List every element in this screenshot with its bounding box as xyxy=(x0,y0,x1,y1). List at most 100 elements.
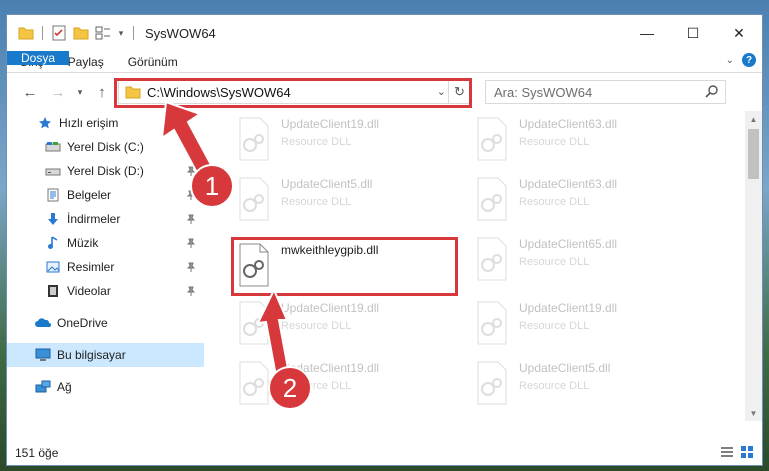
file-type: Resource DLL xyxy=(519,256,590,268)
file-type: Resource DLL xyxy=(519,196,590,208)
star-icon xyxy=(37,115,53,131)
folder-icon xyxy=(17,24,35,42)
file-item[interactable]: UpdateClient63.dll Resource DLL xyxy=(473,117,617,161)
dll-file-icon xyxy=(239,117,269,161)
music-icon xyxy=(45,235,61,251)
status-bar: 151 öğe xyxy=(7,441,762,465)
quick-access-toolbar: ▾ xyxy=(7,15,137,51)
view-toggle xyxy=(720,445,754,462)
item-count: 151 öğe xyxy=(15,446,59,460)
document-icon xyxy=(45,187,61,203)
sidebar-item-label: Müzik xyxy=(67,236,99,250)
sidebar-item-quick-access[interactable]: Hızlı erişim xyxy=(7,111,204,135)
search-input[interactable]: Ara: SysWOW64 xyxy=(485,80,726,104)
drive-icon xyxy=(45,139,61,155)
file-type: Resource DLL xyxy=(281,196,352,208)
file-item[interactable]: UpdateClient65.dll Resource DLL xyxy=(473,237,617,281)
maximize-button[interactable]: ☐ xyxy=(670,15,716,51)
sidebar-item-label: Belgeler xyxy=(67,188,112,202)
file-item[interactable]: UpdateClient63.dll Resource DLL xyxy=(473,177,617,221)
title-bar: ▾ SysWOW64 — ☐ ✕ xyxy=(7,15,762,51)
details-view-icon[interactable] xyxy=(720,445,734,462)
recent-locations-icon[interactable]: ▾ xyxy=(69,81,91,103)
window-title: SysWOW64 xyxy=(145,25,216,41)
file-name: UpdateClient63.dll xyxy=(519,177,618,191)
dll-file-icon xyxy=(477,301,507,345)
divider xyxy=(42,26,43,40)
tab-file[interactable]: Dosya xyxy=(7,51,70,65)
file-type: Resource DLL xyxy=(281,320,352,332)
search-icon[interactable] xyxy=(705,84,719,101)
back-arrow-icon[interactable]: ← xyxy=(19,81,41,103)
network-icon xyxy=(35,379,51,395)
file-name: UpdateClient19.dll xyxy=(519,301,618,315)
sidebar-item-pictures[interactable]: Resimler xyxy=(7,255,204,279)
help-icon[interactable]: ? xyxy=(742,53,756,67)
window-controls: — ☐ ✕ xyxy=(624,15,762,51)
sidebar-item-downloads[interactable]: İndirmeler xyxy=(7,207,204,231)
sidebar-item-disk-d[interactable]: Yerel Disk (D:) xyxy=(7,159,204,183)
file-item[interactable]: UpdateClient19.dll Resource DLL xyxy=(473,301,617,345)
scroll-down-icon[interactable]: ▼ xyxy=(745,405,762,421)
dll-file-icon xyxy=(239,177,269,221)
sidebar-item-label: OneDrive xyxy=(57,316,108,330)
vertical-scrollbar[interactable]: ▲ ▼ xyxy=(745,111,762,421)
scrollbar-thumb[interactable] xyxy=(748,129,759,179)
customize-dropdown-icon[interactable]: ▾ xyxy=(116,24,126,42)
large-icons-view-icon[interactable] xyxy=(740,445,754,462)
dll-file-icon xyxy=(477,117,507,161)
sidebar-item-label: Resimler xyxy=(67,260,115,274)
sidebar-item-label: Yerel Disk (C:) xyxy=(67,140,144,154)
sidebar-item-label: Hızlı erişim xyxy=(59,116,119,130)
file-item[interactable]: UpdateClient5.dll Resource DLL xyxy=(473,361,610,405)
file-name: UpdateClient19.dll xyxy=(281,301,380,315)
sidebar-item-videos[interactable]: Videolar xyxy=(7,279,204,303)
new-folder-icon[interactable] xyxy=(72,24,90,42)
video-icon xyxy=(45,283,61,299)
pin-icon[interactable] xyxy=(186,237,196,251)
forward-arrow-icon[interactable]: → xyxy=(47,81,69,103)
tab-view[interactable]: Görünüm xyxy=(116,51,190,72)
sidebar-item-network[interactable]: Ağ xyxy=(7,375,204,399)
sidebar-item-this-pc[interactable]: Bu bilgisayar xyxy=(7,343,204,367)
dll-file-icon xyxy=(477,237,507,281)
file-name: UpdateClient5.dll xyxy=(281,177,373,191)
file-type: Resource DLL xyxy=(519,320,590,332)
expand-ribbon-icon[interactable]: ⌄ xyxy=(726,55,734,66)
dll-file-icon xyxy=(239,301,269,345)
dll-file-icon xyxy=(239,361,269,405)
pictures-icon xyxy=(45,259,61,275)
step-2-badge: 2 xyxy=(268,366,312,410)
navigation-pane: Hızlı erişim Yerel Disk (C:) Yerel Disk … xyxy=(7,111,204,421)
pin-icon[interactable] xyxy=(186,141,196,155)
file-item[interactable]: UpdateClient5.dll Resource DLL xyxy=(235,177,372,221)
file-highlight xyxy=(231,237,458,296)
pin-icon[interactable] xyxy=(186,285,196,299)
view-options-icon[interactable] xyxy=(94,24,112,42)
properties-icon[interactable] xyxy=(50,24,68,42)
up-arrow-icon[interactable]: ↑ xyxy=(91,81,113,103)
file-name: UpdateClient65.dll xyxy=(519,237,618,251)
sidebar-item-disk-c[interactable]: Yerel Disk (C:) xyxy=(7,135,204,159)
minimize-button[interactable]: — xyxy=(624,15,670,51)
sidebar-item-music[interactable]: Müzik xyxy=(7,231,204,255)
pin-icon[interactable] xyxy=(186,213,196,227)
sidebar-item-label: Bu bilgisayar xyxy=(57,348,126,362)
file-name: UpdateClient19.dll xyxy=(281,117,380,131)
sidebar-item-documents[interactable]: Belgeler xyxy=(7,183,204,207)
divider xyxy=(133,26,134,40)
file-item[interactable]: UpdateClient19.dll Resource DLL xyxy=(235,301,379,345)
sidebar-item-label: Ağ xyxy=(57,380,72,394)
ribbon-tabs: Dosya Giriş Paylaş Görünüm ⌄ ? xyxy=(7,51,762,73)
address-bar-highlight xyxy=(114,78,472,108)
file-item[interactable]: UpdateClient19.dll Resource DLL xyxy=(235,117,379,161)
sidebar-item-label: Yerel Disk (D:) xyxy=(67,164,144,178)
cloud-icon xyxy=(35,315,51,331)
computer-icon xyxy=(35,347,51,363)
pin-icon[interactable] xyxy=(186,261,196,275)
scroll-up-icon[interactable]: ▲ xyxy=(745,111,762,127)
sidebar-item-onedrive[interactable]: OneDrive xyxy=(7,311,204,335)
file-name: UpdateClient5.dll xyxy=(519,361,611,375)
close-button[interactable]: ✕ xyxy=(716,15,762,51)
sidebar-item-label: İndirmeler xyxy=(67,212,121,226)
